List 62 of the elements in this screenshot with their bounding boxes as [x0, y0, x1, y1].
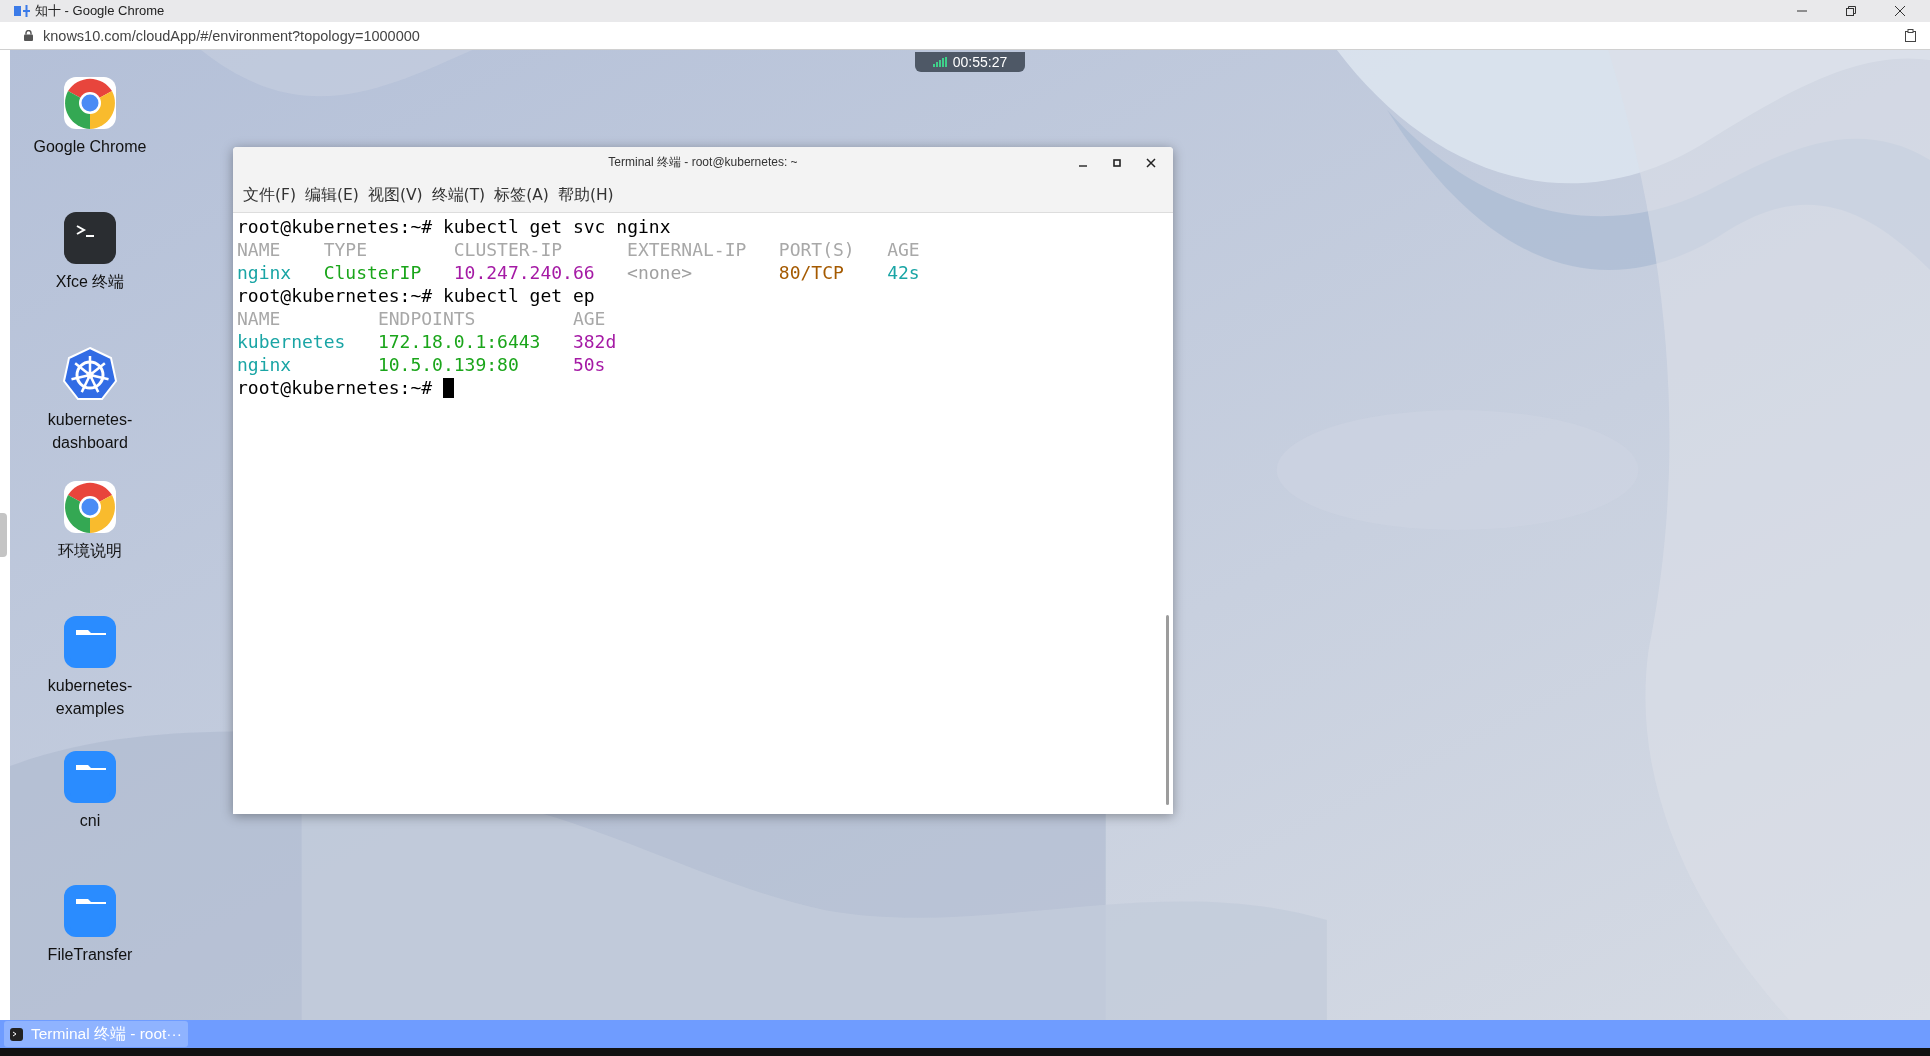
table-cell-text: nginx: [237, 261, 293, 284]
close-icon: [1146, 157, 1156, 168]
desktop-icon-label[interactable]: Xfce 终端: [30, 269, 150, 293]
table-cell-text: ClusterIP: [323, 261, 423, 284]
terminal-icon: [10, 1027, 23, 1041]
table-cell-text: kubernetes: [237, 330, 347, 353]
table-cell-text: 80/TCP: [778, 261, 845, 284]
table-cell-text: <none>: [627, 261, 694, 284]
scroll-handle[interactable]: [0, 513, 7, 557]
column-header: AGE: [887, 238, 920, 261]
table-cell: 382d: [572, 330, 617, 353]
column-header: NAME: [237, 307, 282, 330]
window-title: 知十 - Google Chrome: [35, 2, 166, 20]
column-header: PORT(S): [778, 238, 856, 261]
table-cell-text: 10.5.0.139:80: [377, 353, 520, 376]
folder-icon: [64, 750, 116, 803]
menu-item[interactable]: 编辑(E): [301, 182, 363, 208]
desktop-icon-label[interactable]: kubernetes-dashboard: [30, 408, 150, 455]
table-cell: 50s: [572, 353, 606, 376]
minimize-icon: [1079, 164, 1087, 167]
menu-item[interactable]: 标签(A): [490, 182, 553, 208]
column-header: TYPE: [323, 238, 369, 261]
maximize-icon: [1113, 158, 1121, 167]
scrollbar-thumb[interactable]: [1166, 615, 1169, 805]
folder-icon: [64, 885, 116, 938]
menu-item[interactable]: 文件(F): [239, 182, 300, 208]
url-field[interactable]: knows10.com/cloudApp/#/environment?topology=1000000: [43, 27, 1895, 44]
app-logo-icon: [14, 5, 30, 17]
desktop-icon-label[interactable]: FileTransfer: [30, 943, 150, 967]
folder-icon: [64, 615, 116, 668]
timer-text: 00:55:27: [952, 54, 1008, 70]
command-text: kubectl get svc nginx: [442, 215, 671, 238]
column-header: ENDPOINTS: [377, 307, 477, 330]
column-header: CLUSTER-IP: [453, 238, 564, 261]
page-icon[interactable]: [1905, 29, 1916, 42]
menu-item[interactable]: 视图(V): [363, 182, 427, 208]
helm-wheel-icon: [62, 346, 118, 403]
terminal-icon: [64, 211, 116, 264]
signal-icon: [932, 57, 947, 67]
menu-item[interactable]: 终端(T): [427, 182, 490, 208]
desktop-icon-label[interactable]: cni: [30, 808, 150, 832]
shell-prompt: root@kubernetes:~#: [237, 376, 433, 399]
shell-prompt: root@kubernetes:~#: [237, 215, 433, 238]
desktop-icon-label[interactable]: 环境说明: [30, 539, 150, 563]
lock-icon: [24, 30, 33, 41]
column-header: AGE: [572, 307, 606, 330]
chrome-icon: [64, 481, 116, 534]
column-header: EXTERNAL-IP: [627, 238, 748, 261]
close-icon: [1895, 6, 1905, 16]
command-text: kubectl get ep: [442, 284, 595, 307]
table-cell: 42s: [887, 261, 920, 284]
shell-prompt: root@kubernetes:~#: [237, 284, 433, 307]
table-cell-text: nginx: [237, 353, 293, 376]
terminal-title: Terminal 终端 - root@kubernetes: ~: [608, 154, 798, 171]
column-header: NAME: [237, 238, 282, 261]
desktop-icon-label[interactable]: Google Chrome: [30, 135, 150, 158]
chrome-icon: [64, 77, 116, 129]
restore-icon: [1846, 6, 1856, 16]
desktop-icon-label[interactable]: kubernetes-examples: [30, 673, 150, 720]
table-cell-text: 172.18.0.1:6443: [377, 330, 542, 353]
table-cell-text: 10.247.240.66: [453, 261, 596, 284]
menu-item[interactable]: 帮助(H): [553, 182, 618, 208]
